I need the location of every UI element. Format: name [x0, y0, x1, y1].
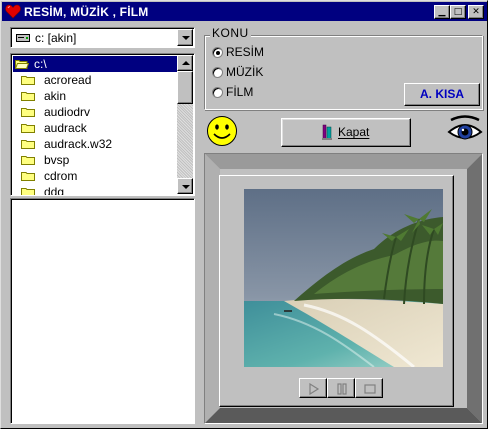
scroll-down-button[interactable]: [177, 178, 193, 194]
author-button[interactable]: A. KISA: [404, 83, 480, 106]
folder-icon: [21, 188, 35, 195]
folder-icon: [21, 76, 35, 85]
chevron-down-icon: [182, 36, 190, 40]
open-folder-icon: [15, 60, 29, 69]
play-icon: [309, 383, 320, 395]
folder-icon: [21, 108, 35, 117]
pause-icon: [337, 383, 347, 395]
folder-icon: [21, 140, 35, 149]
close-window-button[interactable]: ✕: [468, 5, 484, 19]
radio-unselected-icon: [212, 67, 223, 78]
directory-label: audrack: [44, 121, 87, 135]
maximize-button[interactable]: □: [450, 5, 466, 19]
pause-button[interactable]: [327, 378, 355, 398]
radio-muzik[interactable]: MÜZİK: [212, 64, 332, 80]
stop-button[interactable]: [355, 378, 383, 398]
kapat-button[interactable]: Kapat: [281, 118, 411, 147]
arrow-down-icon: [182, 185, 190, 189]
drive-select[interactable]: c: [akin]: [10, 27, 195, 48]
scroll-up-button[interactable]: [177, 55, 193, 71]
directory-item[interactable]: akin: [13, 88, 179, 104]
folder-icon: [21, 172, 35, 181]
close-icon: ✕: [472, 7, 480, 17]
radio-selected-icon: [212, 47, 223, 58]
directory-label: audrack.w32: [44, 137, 113, 151]
radio-film[interactable]: FİLM: [212, 84, 332, 100]
app-window: RESİM, MÜZİK , FİLM ▁ □ ✕ c: [akin] c:\ …: [0, 0, 488, 429]
maximize-icon: □: [453, 7, 463, 17]
minimize-button[interactable]: ▁: [434, 5, 450, 19]
directory-root-label: c:\: [34, 57, 47, 71]
radio-film-label: FİLM: [226, 85, 254, 99]
directory-item[interactable]: cdrom: [13, 168, 179, 184]
radio-muzik-label: MÜZİK: [226, 65, 264, 79]
directory-label: ddg: [44, 185, 65, 196]
directory-item[interactable]: audrack.w32: [13, 136, 179, 152]
drive-label: c: [akin]: [35, 31, 77, 45]
hard-drive-icon: [16, 34, 30, 42]
directory-scrollbar[interactable]: [177, 55, 193, 194]
stop-icon: [364, 384, 376, 394]
directory-item[interactable]: audrack: [13, 120, 179, 136]
smiley-face-icon[interactable]: [206, 115, 238, 147]
directory-list[interactable]: c:\ acroread akin audiodrv audrack audra…: [10, 53, 195, 196]
konu-group-title: KONU: [210, 26, 251, 40]
directory-label: acroread: [44, 73, 92, 87]
pen-icon: [322, 124, 332, 140]
directory-label: audiodrv: [44, 105, 91, 119]
file-list[interactable]: [10, 198, 195, 424]
drive-dropdown-button[interactable]: [177, 29, 193, 46]
folder-icon: [21, 92, 35, 101]
radio-resim[interactable]: RESİM: [212, 44, 332, 60]
kapat-label: Kapat: [338, 125, 370, 139]
heart-icon: [5, 4, 21, 19]
window-title: RESİM, MÜZİK , FİLM: [24, 5, 149, 19]
directory-label: bvsp: [44, 153, 70, 167]
folder-icon: [21, 124, 35, 133]
arrow-up-icon: [182, 61, 190, 65]
directory-label: akin: [44, 89, 67, 103]
radio-resim-label: RESİM: [226, 45, 265, 59]
folder-icon: [21, 156, 35, 165]
directory-root[interactable]: c:\: [13, 56, 179, 72]
directory-item[interactable]: bvsp: [13, 152, 179, 168]
directory-item[interactable]: ddg: [13, 184, 179, 196]
scroll-thumb[interactable]: [177, 71, 193, 104]
directory-label: cdrom: [44, 169, 78, 183]
play-button[interactable]: [299, 378, 327, 398]
directory-item[interactable]: audiodrv: [13, 104, 179, 120]
minimize-icon: ▁: [438, 7, 446, 17]
directory-item[interactable]: acroread: [13, 72, 179, 88]
eye-icon[interactable]: [447, 114, 483, 148]
title-bar[interactable]: RESİM, MÜZİK , FİLM ▁ □ ✕: [2, 2, 487, 21]
beach-photo: [244, 189, 443, 367]
radio-unselected-icon: [212, 87, 223, 98]
